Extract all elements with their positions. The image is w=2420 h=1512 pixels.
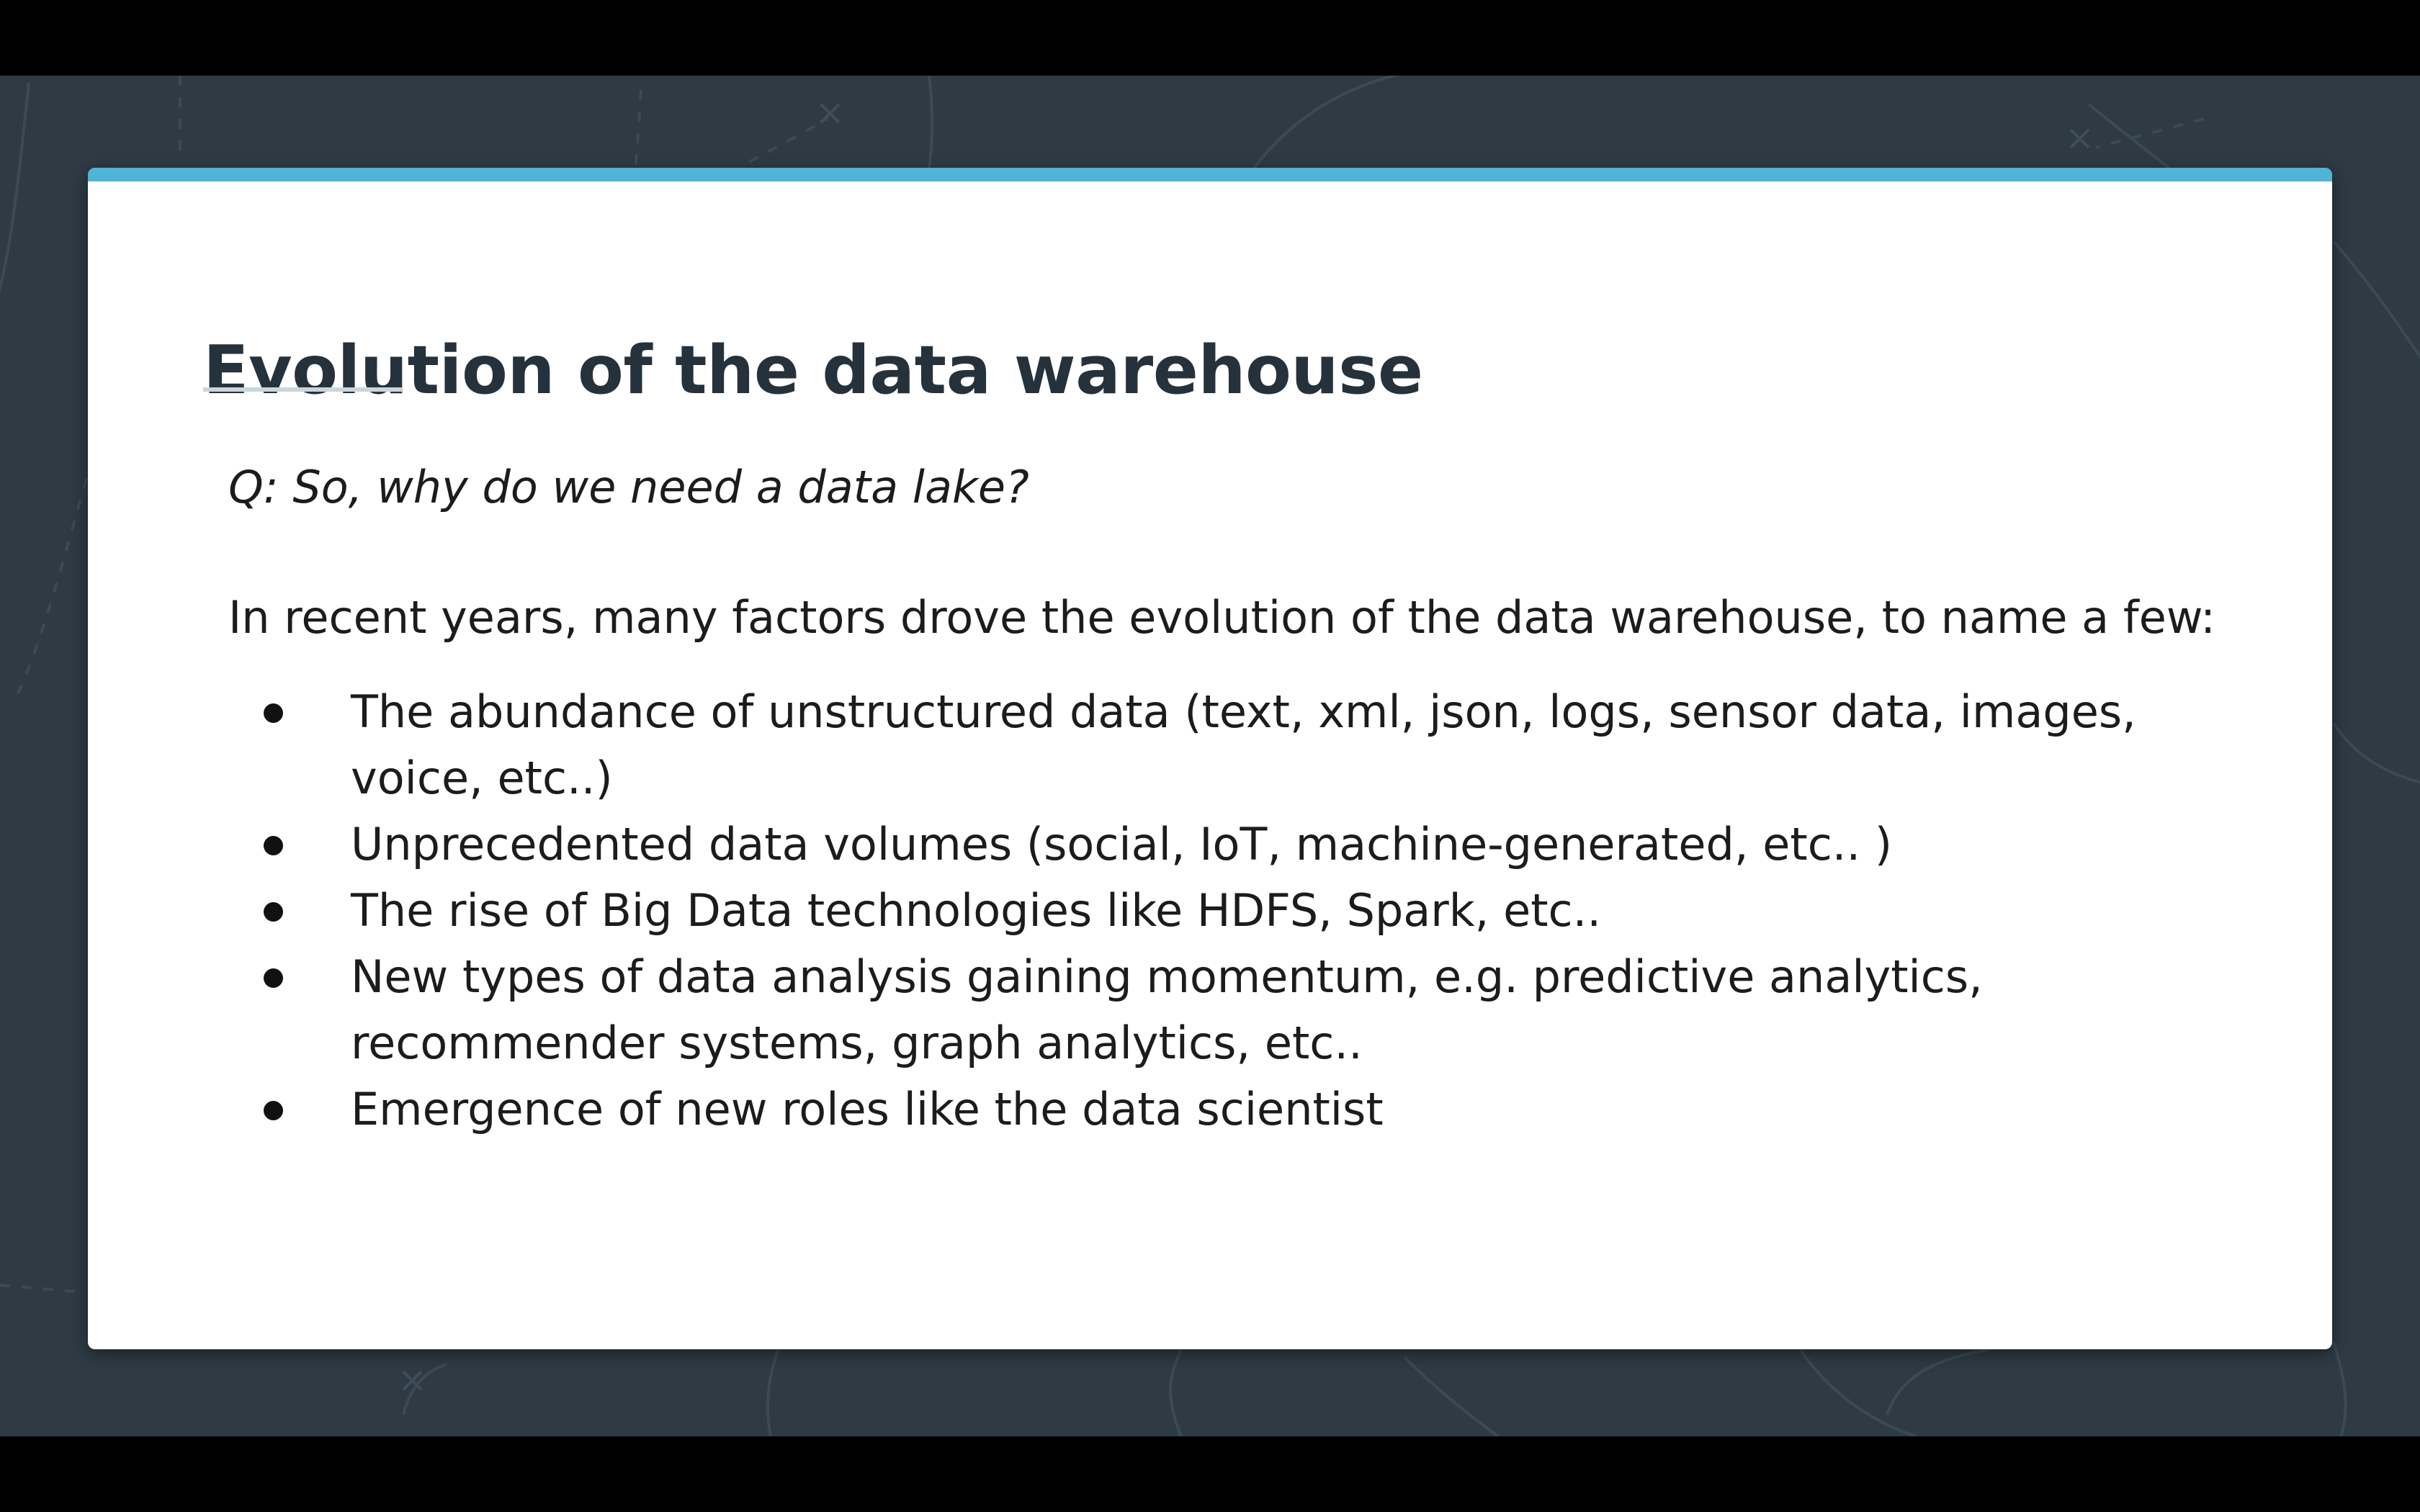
bullet-point-icon — [264, 836, 283, 855]
bullet-item: Emergence of new roles like the data sci… — [88, 1076, 2332, 1143]
bullet-point-icon — [264, 1101, 283, 1120]
bullet-point-icon — [264, 968, 283, 988]
bullet-text: New types of data analysis gaining momen… — [351, 950, 1983, 1069]
accent-bar — [88, 168, 2332, 181]
bullet-text: The abundance of unstructured data (text… — [351, 685, 2136, 804]
bullet-text: Emergence of new roles like the data sci… — [351, 1083, 1384, 1135]
slide-card: Evolution of the data warehouse Q: So, w… — [88, 168, 2332, 1349]
intro-text: In recent years, many factors drove the … — [228, 591, 2216, 644]
letterbox-top — [0, 0, 2420, 76]
bullet-point-icon — [264, 902, 283, 922]
bullet-text: Unprecedented data volumes (social, IoT,… — [351, 818, 1893, 870]
bullet-item: New types of data analysis gaining momen… — [88, 944, 2332, 1076]
question-text: Q: So, why do we need a data lake? — [228, 461, 1029, 513]
letterbox-bottom — [0, 1436, 2420, 1512]
bullet-point-icon — [264, 703, 283, 723]
slide-stage: Evolution of the data warehouse Q: So, w… — [0, 76, 2420, 1436]
bullet-list: The abundance of unstructured data (text… — [88, 679, 2332, 1143]
bullet-text: The rise of Big Data technologies like H… — [351, 884, 1602, 937]
bullet-item: Unprecedented data volumes (social, IoT,… — [88, 811, 2332, 878]
title-underline — [203, 387, 402, 392]
bullet-item: The abundance of unstructured data (text… — [88, 679, 2332, 811]
bullet-item: The rise of Big Data technologies like H… — [88, 878, 2332, 944]
slide-title: Evolution of the data warehouse — [203, 331, 1423, 409]
